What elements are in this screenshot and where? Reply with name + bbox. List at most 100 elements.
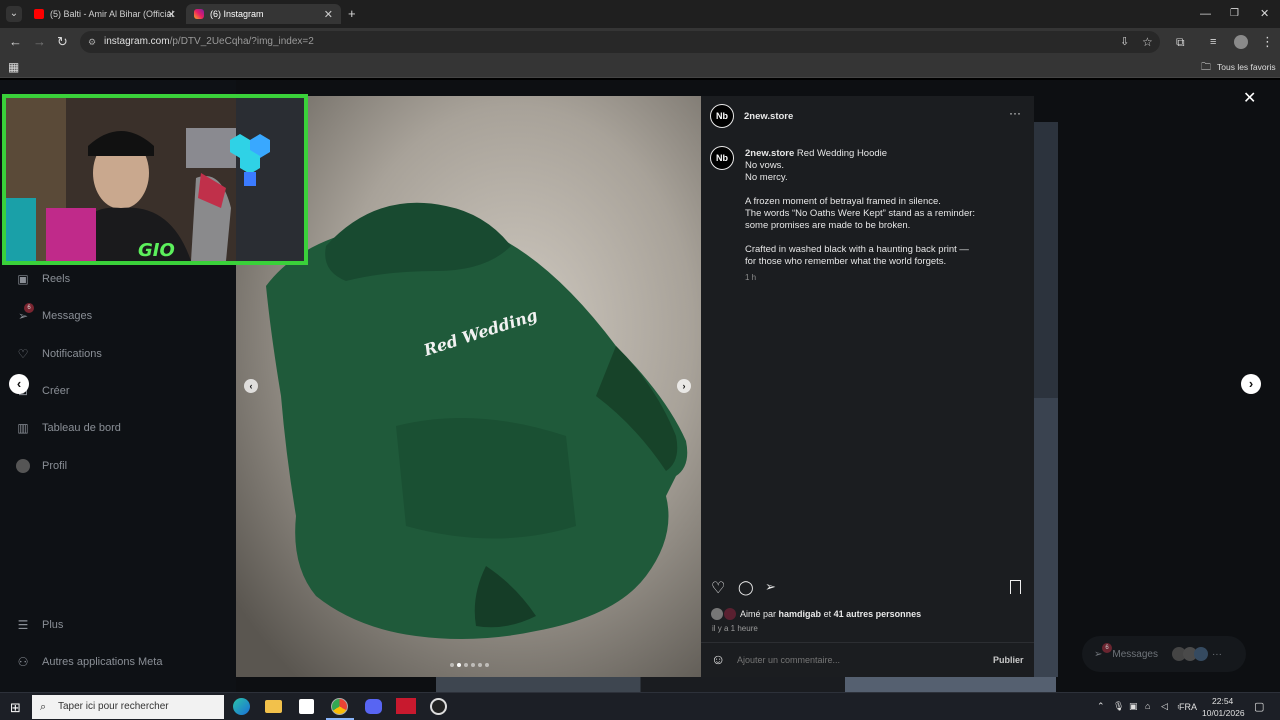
taskbar-date[interactable]: 10/01/2026	[1202, 708, 1245, 718]
sidebar-item-label: Tableau de bord	[42, 422, 121, 434]
forward-icon[interactable]: →	[33, 28, 46, 56]
messages-badge: 6	[24, 303, 34, 313]
sidebar-item-reels[interactable]: ▣ Reels	[16, 272, 70, 286]
likes-prefix: Aimé par	[740, 609, 777, 619]
network-icon[interactable]: ⌂	[1145, 701, 1150, 711]
background-thumbnail-strip	[436, 677, 1056, 692]
caption-line: for those who remember what the world fo…	[745, 256, 947, 267]
tab-instagram[interactable]: (6) Instagram ✕	[186, 4, 341, 24]
minimize-icon[interactable]: —	[1200, 0, 1211, 28]
discord-icon[interactable]	[365, 699, 382, 714]
carousel-dot	[457, 663, 461, 667]
youtube-icon	[34, 9, 44, 19]
new-tab-icon[interactable]: +	[348, 0, 356, 28]
svg-text:GIO: GIO	[138, 240, 175, 261]
next-post-button[interactable]: ›	[1241, 374, 1261, 394]
caption-line: No vows.	[745, 160, 785, 171]
share-icon[interactable]: ➢	[765, 579, 776, 595]
chrome-icon[interactable]	[331, 698, 348, 715]
extensions-icon[interactable]: ⧉	[1176, 28, 1185, 56]
caption-body: No vows. No mercy. A frozen moment of betr…	[745, 160, 1015, 268]
search-icon: ⌕	[40, 701, 47, 713]
chart-icon: ▥	[17, 421, 29, 435]
close-modal-icon[interactable]: ✕	[1243, 88, 1256, 108]
carousel-next-button[interactable]: ›	[677, 379, 691, 393]
close-window-icon[interactable]: ✕	[1260, 0, 1269, 28]
publish-button[interactable]: Publier	[993, 655, 1024, 665]
likes-others[interactable]: 41 autres personnes	[834, 609, 922, 619]
bookmark-star-icon[interactable]: ☆	[1142, 28, 1153, 56]
floating-messages-button[interactable]: ➢ 6 Messages ···	[1082, 636, 1246, 672]
reload-icon[interactable]: ↻	[57, 28, 68, 56]
liker-avatar	[724, 608, 736, 620]
close-tab-icon[interactable]: ✕	[167, 8, 176, 21]
volume-icon[interactable]: ◁	[1161, 701, 1168, 712]
caption-line: A frozen moment of betrayal framed in si…	[745, 196, 941, 207]
sidebar-item-meta-apps[interactable]: ⚇ Autres applications Meta	[16, 655, 163, 669]
windows-start-icon[interactable]: ⊞	[10, 700, 21, 716]
media-icon[interactable]: ≡	[1210, 28, 1216, 56]
previous-post-button[interactable]: ‹	[9, 374, 29, 394]
caption-avatar[interactable]: Nb	[710, 146, 734, 170]
taskbar-search-placeholder: Taper ici pour rechercher	[58, 701, 169, 712]
restore-icon[interactable]: ❐	[1230, 0, 1239, 28]
sidebar-item-label: Plus	[42, 619, 64, 631]
sidebar-item-profile[interactable]: Profil	[16, 459, 67, 473]
contact-avatar	[1193, 647, 1208, 661]
comment-icon[interactable]: ◯	[738, 579, 754, 596]
more-options-icon[interactable]: ···	[1009, 106, 1021, 120]
site-info-icon[interactable]: ⚙	[88, 31, 96, 53]
streaming-app-icon[interactable]	[396, 698, 416, 714]
likes-user[interactable]: hamdigab	[779, 609, 822, 619]
close-tab-icon[interactable]: ✕	[324, 8, 333, 21]
carousel-dot	[485, 663, 489, 667]
post-time: il y a 1 heure	[712, 624, 758, 633]
obs-icon[interactable]	[430, 698, 447, 715]
store-icon[interactable]	[299, 699, 314, 714]
sidebar-item-label: Créer	[42, 385, 70, 397]
caption-line	[745, 232, 1015, 244]
caption-line: Crafted in washed black with a haunting …	[745, 244, 969, 255]
taskbar-time[interactable]: 22:54	[1212, 696, 1233, 706]
comment-input[interactable]	[737, 653, 967, 667]
microphone-icon[interactable]: 🎙	[1113, 701, 1124, 712]
sidebar-item-dashboard[interactable]: ▥ Tableau de bord	[16, 421, 121, 435]
sidebar-item-more[interactable]: ☰ Plus	[16, 618, 64, 632]
like-icon[interactable]: ♡	[711, 578, 725, 598]
tray-expand-icon[interactable]: ⌃	[1097, 701, 1105, 712]
tray-app-icon[interactable]: ▣	[1129, 701, 1138, 712]
sidebar-item-notifications[interactable]: ♡ Notifications	[16, 347, 102, 361]
save-icon[interactable]	[1010, 580, 1021, 594]
likes-row: Aimé par hamdigab et 41 autres personnes	[711, 608, 921, 620]
sidebar-item-label: Reels	[42, 273, 71, 285]
more-contacts-icon: ···	[1211, 648, 1222, 660]
sidebar-item-messages[interactable]: ➢ 6 Messages	[16, 303, 92, 323]
post-header-username[interactable]: 2new.store	[744, 111, 793, 122]
edge-icon[interactable]	[233, 698, 250, 715]
post-header-avatar[interactable]: Nb	[710, 104, 734, 128]
taskbar-search[interactable]: ⌕ Taper ici pour rechercher	[32, 695, 224, 719]
profile-avatar[interactable]	[1234, 35, 1248, 49]
notifications-icon[interactable]: ▢	[1254, 700, 1264, 713]
tab-youtube[interactable]: (5) Balti - Amir Al Bihar (Official ✕	[26, 4, 184, 24]
carousel-prev-button[interactable]: ‹	[244, 379, 258, 393]
browser-menu-icon[interactable]: ⋮	[1261, 28, 1274, 56]
file-explorer-icon[interactable]	[265, 700, 282, 713]
all-bookmarks-label[interactable]: Tous les favoris	[1217, 62, 1276, 72]
language-indicator[interactable]: FRA	[1179, 702, 1197, 712]
carousel-dot	[471, 663, 475, 667]
sidebar-item-label: Notifications	[42, 348, 102, 360]
url-field[interactable]: ⚙ instagram.com/p/DTV_2UeCqha/?img_index…	[80, 31, 1160, 53]
caption: 2new.store Red Wedding Hoodie No vows. No…	[745, 148, 1015, 284]
apps-grid-icon[interactable]: ▦	[8, 60, 19, 74]
caption-line: No mercy.	[745, 172, 788, 183]
avatar-icon	[16, 459, 30, 473]
install-app-icon[interactable]: ⇩	[1120, 28, 1129, 56]
back-icon[interactable]: ←	[9, 28, 22, 56]
tab-list-icon[interactable]: ⌄	[6, 6, 22, 22]
caption-line: The words “No Oaths Were Kept” stand as …	[745, 208, 976, 219]
emoji-icon[interactable]: ☺	[711, 651, 725, 667]
caption-username[interactable]: 2new.store	[745, 148, 794, 159]
carousel-dots	[450, 663, 489, 667]
url-path: /p/DTV_2UeCqha/?img_index=2	[169, 36, 314, 47]
